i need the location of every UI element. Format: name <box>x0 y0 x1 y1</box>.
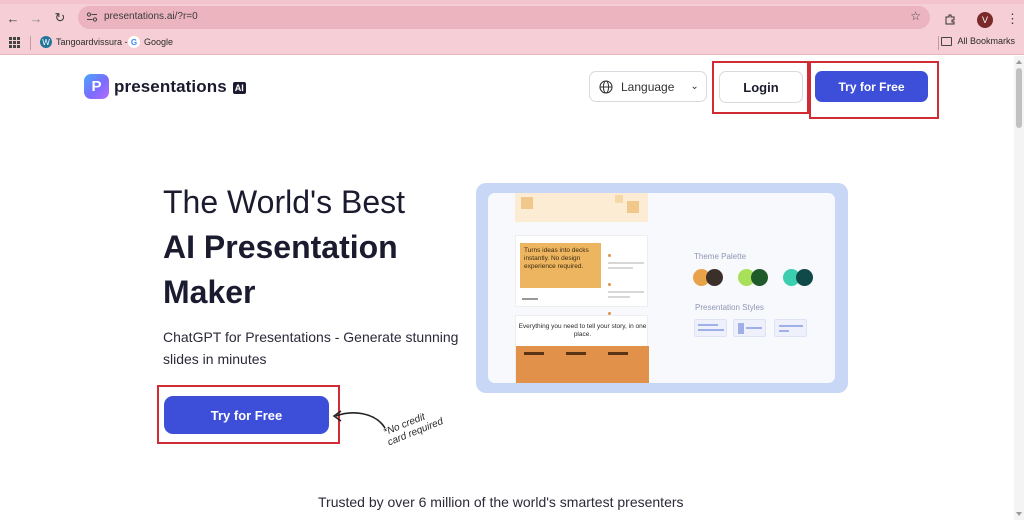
palette-swatch <box>751 269 768 286</box>
hero-preview-image: Turns ideas into decks instantly. No des… <box>476 183 848 393</box>
trusted-by-text: Trusted by over 6 million of the world's… <box>318 494 684 510</box>
all-bookmarks-label: All Bookmarks <box>957 36 1015 46</box>
scrollbar-thumb[interactable] <box>1016 68 1022 128</box>
slide2-text: Turns ideas into decks instantly. No des… <box>520 243 601 288</box>
browser-toolbar: ← → ↻ presentations.ai/?r=0 ☆ V ⋮ <box>0 4 1024 31</box>
preview-panel: Turns ideas into decks instantly. No des… <box>488 193 835 383</box>
style-card <box>694 319 727 337</box>
browser-menu-icon[interactable]: ⋮ <box>1006 11 1019 27</box>
slide2-lines <box>608 244 644 325</box>
google-icon: G <box>128 36 140 48</box>
hero-title-line1: The World's Best <box>163 184 406 220</box>
preview-slide-1 <box>515 193 648 222</box>
hero-title-line3: Maker <box>163 274 256 310</box>
presentation-styles-title: Presentation Styles <box>695 303 764 312</box>
scroll-up-icon[interactable] <box>1016 60 1022 64</box>
url-text[interactable]: presentations.ai/?r=0 <box>104 11 198 22</box>
all-bookmarks-button[interactable]: All Bookmarks <box>941 36 1015 46</box>
logo-ai-badge: AI <box>232 81 246 94</box>
extensions-icon[interactable] <box>944 13 956 25</box>
apps-grid-icon[interactable] <box>9 37 20 48</box>
wordpress-icon: W <box>40 36 52 48</box>
reload-icon[interactable]: ↻ <box>51 9 69 27</box>
hero-title-line2: AI Presentation <box>163 229 398 265</box>
globe-icon <box>599 79 613 94</box>
logo-text: presentations <box>114 76 227 96</box>
highlight-box-try-hero <box>157 385 340 444</box>
bookmark-tangoardvissura[interactable]: W Tangoardvissura - <box>40 36 128 48</box>
bookmark-google[interactable]: G Google <box>128 36 173 48</box>
bookmark-star-icon[interactable]: ☆ <box>910 9 921 23</box>
page-content: P presentations AI Language ⌄ Login Try … <box>0 56 1024 520</box>
curved-arrow-icon <box>332 410 386 429</box>
style-card <box>774 319 807 337</box>
theme-palette-title: Theme Palette <box>694 252 747 261</box>
preview-slide-2: Turns ideas into decks instantly. No des… <box>515 235 648 322</box>
slide3-text: Everything you need to tell your story, … <box>518 323 647 338</box>
folder-icon <box>941 36 953 46</box>
forward-icon[interactable]: → <box>27 9 45 27</box>
bookmarks-bar: W Tangoardvissura - G Google All Bookmar… <box>0 31 1024 55</box>
no-credit-card-note: *No credit card required <box>382 406 445 449</box>
page-scrollbar[interactable] <box>1014 56 1024 520</box>
hero-subtitle: ChatGPT for Presentations - Generate stu… <box>163 329 459 367</box>
site-logo[interactable]: P presentations AI <box>84 74 246 99</box>
profile-avatar[interactable]: V <box>977 12 993 28</box>
scroll-down-icon[interactable] <box>1016 512 1022 516</box>
bookmark-label: Google <box>144 37 174 47</box>
highlight-box-login <box>712 61 809 114</box>
back-icon[interactable]: ← <box>4 9 22 27</box>
language-selector[interactable]: Language ⌄ <box>589 71 707 102</box>
bookmarks-divider <box>938 36 939 50</box>
address-bar[interactable]: presentations.ai/?r=0 ☆ <box>78 6 930 29</box>
bookmarks-divider <box>30 36 31 50</box>
style-card <box>733 319 766 337</box>
palette-swatch <box>706 269 723 286</box>
palette-swatch <box>796 269 813 286</box>
language-label: Language <box>621 79 675 94</box>
bookmark-label: Tangoardvissura - <box>56 37 128 47</box>
preview-slide-3: Everything you need to tell your story, … <box>515 315 649 383</box>
site-settings-icon[interactable] <box>86 11 98 23</box>
logo-mark-icon: P <box>84 74 109 99</box>
chevron-down-icon: ⌄ <box>690 81 699 92</box>
highlight-box-try-header <box>809 61 939 119</box>
